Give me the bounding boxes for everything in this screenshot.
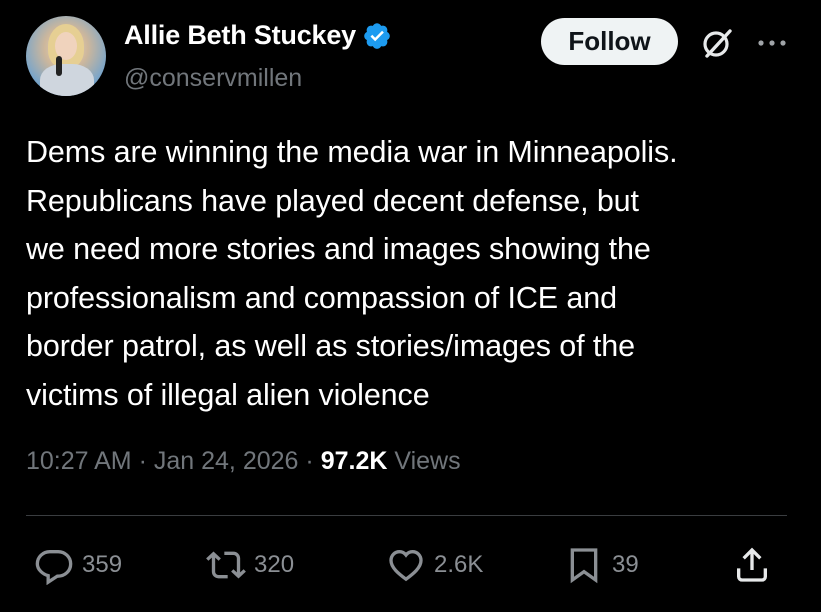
tweet-line: we need more stories and images showing … (26, 232, 651, 266)
author-handle[interactable]: @conservmillen (124, 64, 302, 93)
author-name[interactable]: Allie Beth Stuckey (124, 20, 356, 51)
repost-button[interactable]: 320 (206, 540, 294, 590)
reply-icon (35, 550, 73, 585)
verified-badge-icon (364, 22, 390, 49)
tweet-date[interactable]: Jan 24, 2026 (154, 447, 299, 475)
tweet-text: Dems are winning the media war in Minnea… (26, 128, 806, 419)
bookmark-button[interactable]: 39 (564, 540, 639, 590)
bookmark-count: 39 (612, 551, 639, 578)
reply-count: 359 (82, 551, 123, 578)
tweet-meta: 10:27 AM · Jan 24, 2026 · 97.2K Views (26, 447, 461, 476)
tweet-line: professionalism and compassion of ICE an… (26, 280, 617, 315)
like-button[interactable]: 2.6K (386, 540, 483, 590)
repost-count: 320 (254, 551, 295, 578)
grok-icon[interactable] (700, 26, 734, 60)
avatar[interactable] (26, 16, 106, 96)
share-button[interactable] (732, 540, 772, 590)
tweet-header: Allie Beth Stuckey @conservmillen Follow (26, 16, 801, 98)
tweet-time[interactable]: 10:27 AM (26, 447, 132, 475)
meta-separator: · (138, 447, 154, 475)
like-icon (389, 549, 423, 582)
more-icon[interactable] (752, 26, 792, 60)
like-count: 2.6K (434, 551, 484, 578)
meta-separator: · (305, 447, 321, 475)
follow-button[interactable]: Follow (541, 18, 678, 65)
divider (26, 515, 787, 516)
repost-icon (206, 551, 246, 579)
author-name-row[interactable]: Allie Beth Stuckey (124, 20, 392, 51)
views-count[interactable]: 97.2K (321, 447, 388, 475)
tweet-line: border patrol, as well as stories/images… (26, 329, 635, 363)
tweet-line: Republicans have played decent defense, … (26, 183, 639, 218)
share-icon (737, 547, 767, 582)
views-label: Views (394, 447, 461, 475)
tweet-line: victims of illegal alien violence (26, 377, 430, 412)
action-bar: 359 320 2.6K 39 (26, 540, 786, 590)
bookmark-icon (570, 548, 598, 584)
tweet-line: Dems are winning the media war in Minnea… (26, 135, 678, 169)
reply-button[interactable]: 359 (34, 540, 122, 590)
